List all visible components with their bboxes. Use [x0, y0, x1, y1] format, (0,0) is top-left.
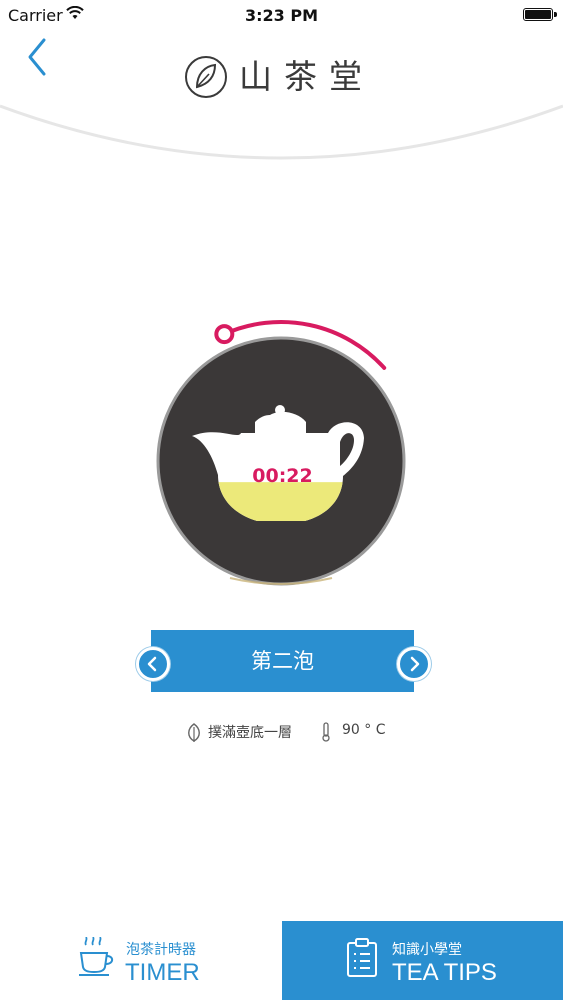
leaf-amount-text: 撲滿壺底一層	[208, 725, 292, 741]
temperature-text: 90 ° C	[342, 722, 386, 738]
clipboard-icon	[347, 938, 377, 977]
prev-infusion-button[interactable]	[136, 647, 170, 681]
timer-dial[interactable]	[140, 290, 430, 600]
teacup-icon	[79, 937, 114, 976]
chevron-left-icon	[28, 38, 46, 76]
app-logo: 山茶堂	[183, 54, 383, 100]
progress-knob	[214, 324, 235, 345]
tab-timer-main: TIMER	[125, 959, 200, 986]
infusion-selector: 第二泡	[151, 630, 414, 692]
leaf-logo-icon	[185, 56, 227, 98]
back-button[interactable]	[24, 36, 56, 80]
chevron-right-circle-icon	[410, 656, 420, 672]
brew-info: 撲滿壺底一層 90 ° C	[0, 721, 563, 745]
next-infusion-button[interactable]	[397, 647, 431, 681]
tab-timer[interactable]: 泡茶計時器 TIMER	[0, 921, 282, 1000]
thermometer-icon	[322, 722, 330, 742]
tab-bar: 泡茶計時器 TIMER 知識小學堂 TEA TIPS	[0, 921, 563, 1000]
timer-display: 00:22	[252, 465, 313, 487]
tab-timer-sub: 泡茶計時器	[126, 942, 196, 958]
logo-text: 山茶堂	[239, 57, 374, 96]
infusion-label: 第二泡	[251, 649, 314, 673]
tab-tips-main: TEA TIPS	[392, 959, 497, 986]
tab-tea-tips[interactable]: 知識小學堂 TEA TIPS	[282, 921, 563, 1000]
leaf-icon	[188, 723, 200, 742]
chevron-left-circle-icon	[147, 656, 157, 672]
tab-tips-sub: 知識小學堂	[392, 942, 462, 958]
